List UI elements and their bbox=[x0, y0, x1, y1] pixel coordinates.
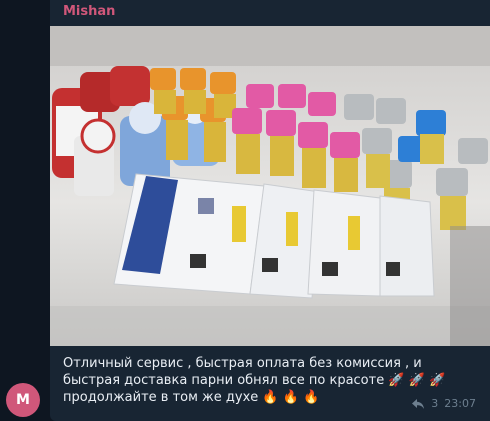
avatar[interactable]: M bbox=[6, 383, 40, 417]
sender-name[interactable]: Mishan bbox=[63, 4, 115, 19]
message-meta: 3 23:07 bbox=[411, 397, 476, 410]
message-time: 23:07 bbox=[444, 397, 476, 410]
reply-arrow-icon[interactable] bbox=[411, 398, 425, 410]
replies-count[interactable]: 3 bbox=[431, 397, 438, 410]
message-bubble[interactable]: Mishan Отличный сервис , быстрая оплата … bbox=[50, 0, 490, 421]
avatar-letter: M bbox=[16, 392, 30, 408]
message-photo[interactable] bbox=[50, 26, 490, 346]
photo-content bbox=[50, 26, 490, 346]
message-text: Отличный сервис , быстрая оплата без ком… bbox=[63, 356, 446, 405]
